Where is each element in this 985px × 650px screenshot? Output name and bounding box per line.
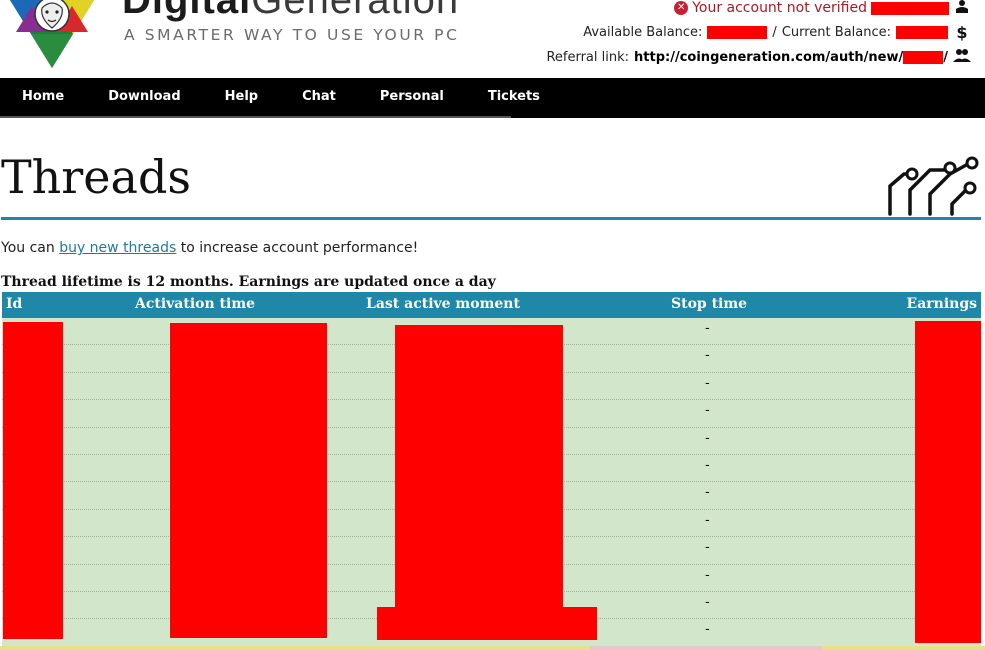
redacted-last-active-column [395,325,563,609]
stop-time-cell: - [705,375,710,391]
brand-name-part2: Generation [251,0,460,22]
nav-item-personal[interactable]: Personal [358,78,466,118]
balance-row: Available Balance: / Current Balance: $ [583,23,971,42]
redacted-username [871,1,949,15]
redacted-referral-code [903,50,944,64]
referrals-group-icon[interactable] [953,48,971,66]
nav-item-help[interactable]: Help [203,78,280,118]
stop-time-cell: - [705,540,710,556]
brand-tagline: A SMARTER WAY TO USE YOUR PC [124,26,460,44]
intro-text: You can buy new threads to increase acco… [1,240,418,256]
redacted-earnings-column [915,321,981,643]
column-header-earnings[interactable]: Earnings [907,296,977,312]
column-header-id[interactable]: Id [6,296,22,312]
redacted-last-active-tail [377,607,597,640]
balance-separator: / [772,25,777,40]
site-header: DigitalGeneration A SMARTER WAY TO USE Y… [0,0,985,78]
brand-name[interactable]: DigitalGeneration [122,0,459,23]
redacted-id-column [3,322,63,639]
stop-time-cell: - [705,321,710,336]
nav-item-download[interactable]: Download [86,78,202,118]
thread-lifetime-note: Thread lifetime is 12 months. Earnings a… [1,274,496,290]
bottom-strip-accent [590,646,822,650]
brand-name-part1: Digital [122,0,252,22]
account-panel: ✕ Your account not verified Available Ba… [535,0,985,78]
error-icon: ✕ [674,1,689,15]
column-header-stop-time[interactable]: Stop time [671,296,747,312]
stop-time-cell: - [705,348,710,364]
redacted-activation-column [170,323,327,638]
page-title: Threads [1,150,191,204]
threads-table: Id Activation time Last active moment St… [2,292,981,650]
nav-items: Home Download Help Chat Personal Tickets [0,78,540,118]
nav-item-home[interactable]: Home [0,78,86,118]
dollar-icon[interactable]: $ [953,23,971,42]
table-header: Id Activation time Last active moment St… [2,292,981,318]
referral-url-suffix: / [943,49,948,65]
nav-item-chat[interactable]: Chat [280,78,358,118]
referral-link[interactable]: http://coingeneration.com/auth/new/ / [634,50,948,65]
available-balance-label: Available Balance: [583,25,703,40]
redacted-current-balance [896,26,948,39]
intro-prefix: You can [1,240,60,256]
stop-time-cell: - [705,567,710,583]
referral-url-prefix: http://coingeneration.com/auth/new/ [634,49,904,65]
referral-label: Referral link: [546,49,630,65]
table-body: - - - - - - - - - - - - [2,318,981,650]
stop-time-cell: - [705,403,710,419]
stop-time-cell: - [705,485,710,501]
intro-suffix: to increase account performance! [176,240,419,256]
verification-text: Your account not verified [692,0,867,16]
nav-underline [0,116,511,118]
column-header-activation-time[interactable]: Activation time [135,296,255,312]
column-header-last-active[interactable]: Last active moment [366,296,520,312]
lion-star-logo[interactable] [2,0,102,70]
nav-item-tickets[interactable]: Tickets [466,78,562,118]
stop-time-cell: - [705,512,710,528]
verification-status: ✕ Your account not verified [674,0,971,17]
bottom-strip [0,646,985,650]
title-divider [1,217,981,220]
circuit-threads-icon [888,156,979,216]
stop-time-cell: - [705,622,710,638]
stop-time-cell: - [705,430,710,446]
buy-threads-link[interactable]: buy new threads [59,240,176,256]
stop-time-cell: - [705,458,710,473]
user-profile-icon[interactable] [953,0,971,17]
stop-time-cell: - [705,595,710,610]
redacted-available-balance [707,26,768,39]
current-balance-label: Current Balance: [781,25,891,40]
main-navigation: Home Download Help Chat Personal Tickets [0,78,985,118]
referral-row: Referral link: http://coingeneration.com… [546,48,971,66]
